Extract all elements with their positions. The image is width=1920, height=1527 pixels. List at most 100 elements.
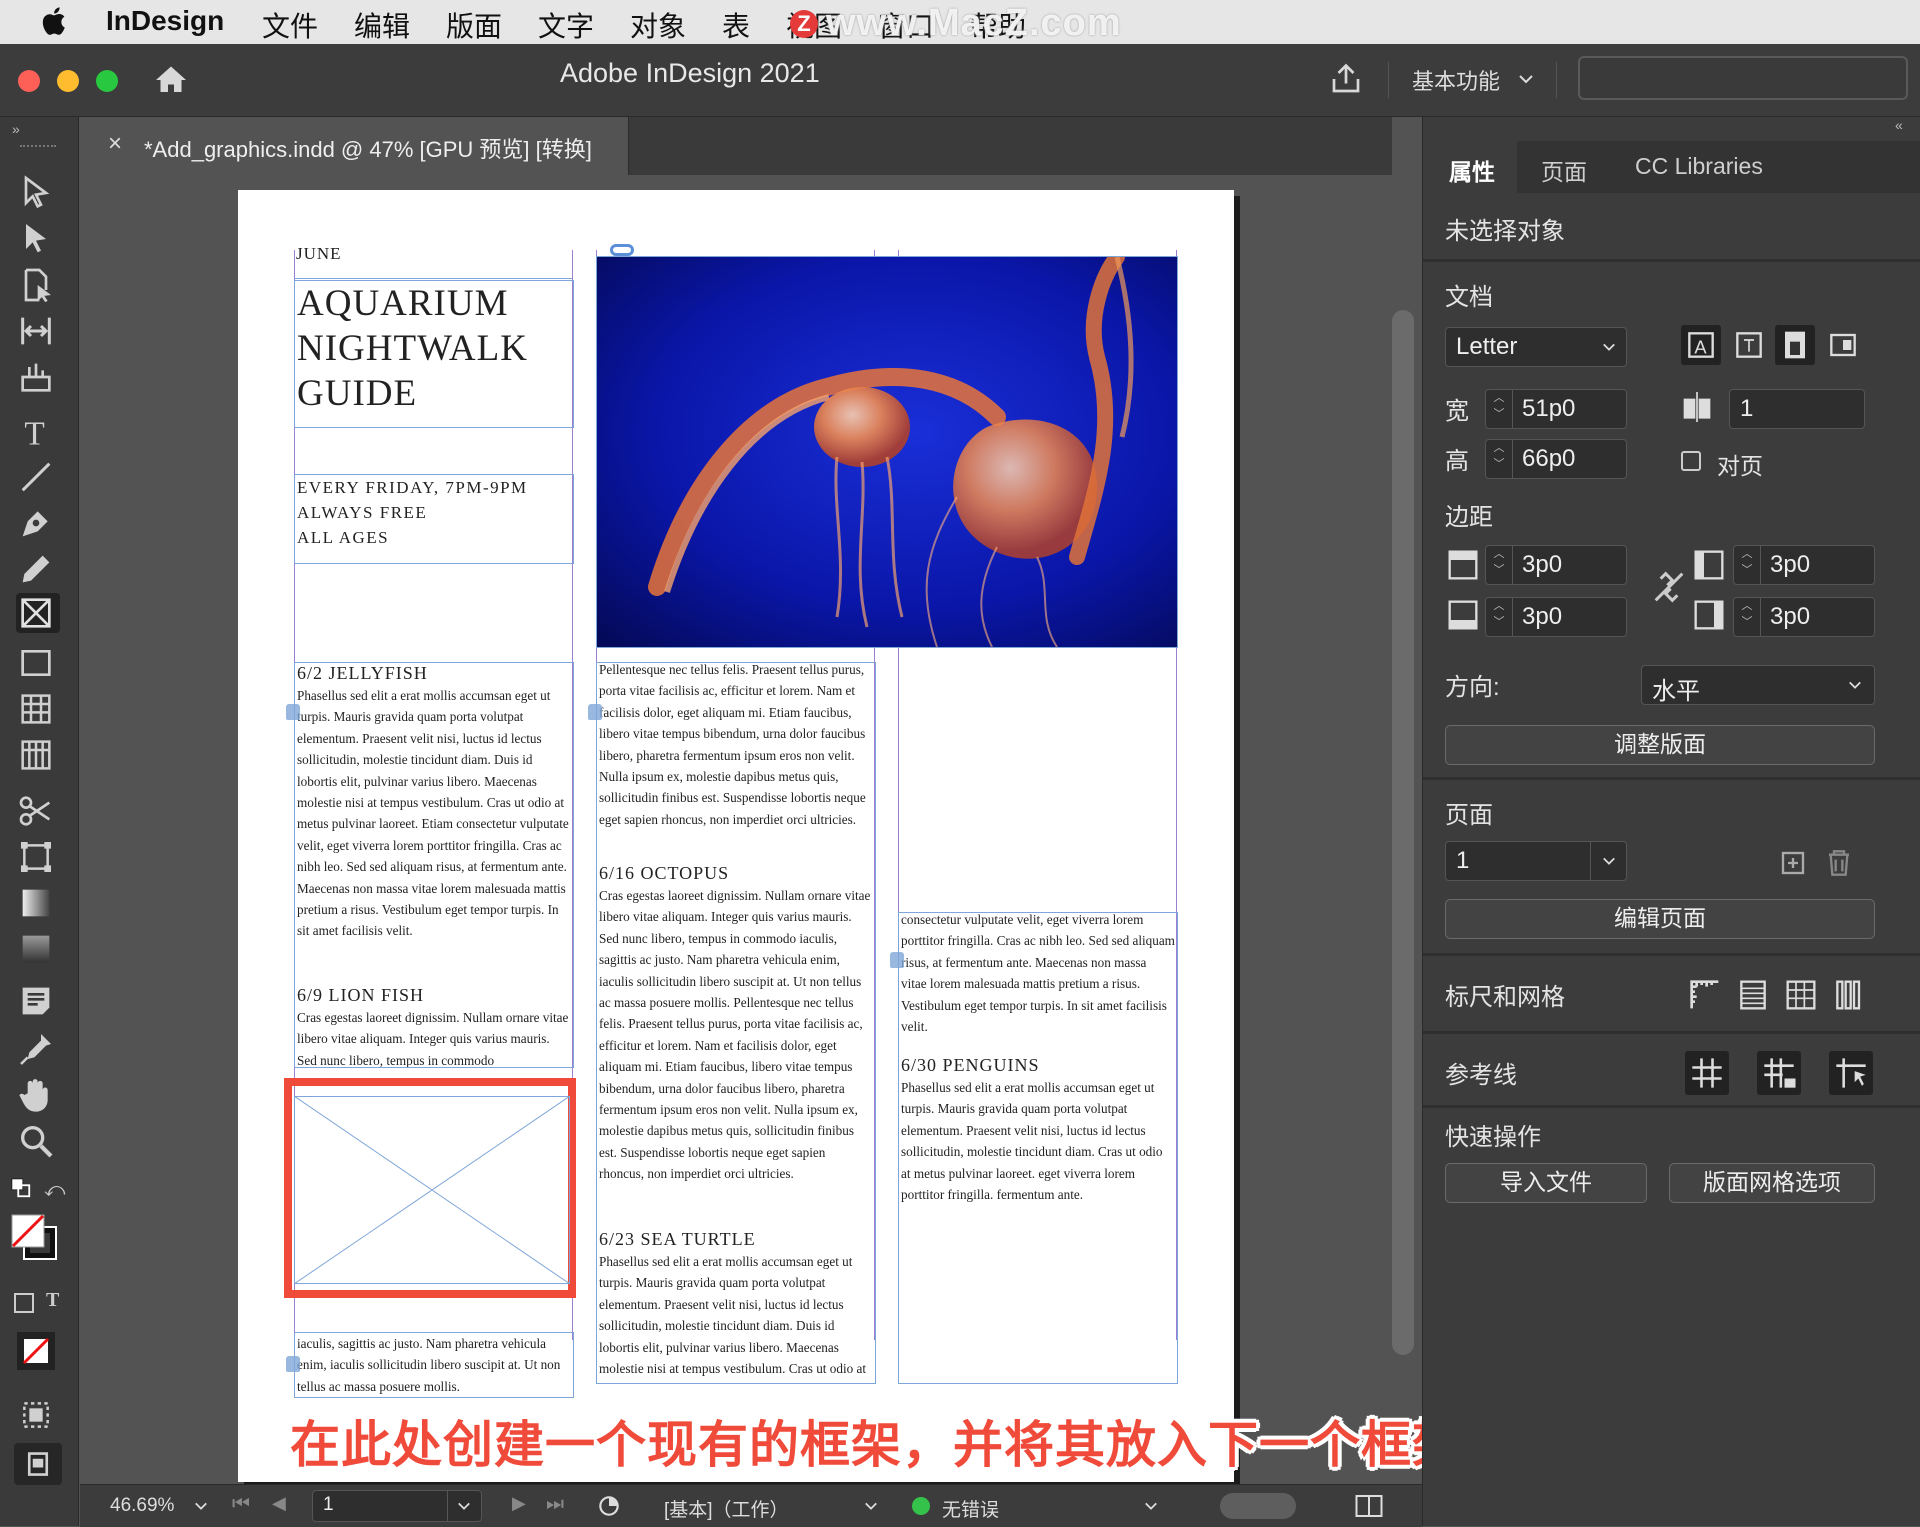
formatting-text-icon[interactable]: T (46, 1289, 59, 1312)
delete-page-icon[interactable] (1819, 843, 1859, 883)
zoom-window-button[interactable] (96, 70, 118, 92)
gradient-swatch-tool-icon[interactable] (16, 883, 60, 923)
close-tab-icon[interactable]: × (108, 130, 122, 158)
lock-guides-icon[interactable] (1757, 1051, 1801, 1095)
tab-cc-libraries[interactable]: CC Libraries (1635, 153, 1763, 180)
rectangle-tool-icon[interactable] (16, 643, 60, 683)
share-icon[interactable] (1328, 60, 1364, 98)
ruler-icon[interactable] (1685, 975, 1725, 1015)
tab-properties[interactable]: 属性 (1449, 153, 1495, 187)
page-number-field[interactable]: 1 (312, 1490, 482, 1522)
gradient-feather-tool-icon[interactable] (16, 929, 60, 969)
adjust-layout-button[interactable]: 调整版面 (1445, 725, 1875, 765)
gap-tool-icon[interactable] (16, 311, 60, 351)
type-tool-icon[interactable]: T (16, 411, 60, 452)
margin-right-field[interactable]: ︿ ﹀ 3p0 (1733, 597, 1875, 637)
menu-type[interactable]: 文字 (538, 5, 594, 45)
close-window-button[interactable] (18, 70, 40, 92)
rectangle-frame-tool-icon[interactable] (16, 593, 60, 633)
jellyfish-photo[interactable] (596, 256, 1178, 648)
previous-page-icon[interactable]: ◀ (272, 1493, 286, 1514)
body-text-frame-col3[interactable]: consectetur vulputate velit, eget viverr… (898, 912, 1178, 1384)
chevron-down-icon[interactable] (194, 1501, 208, 1511)
menu-file[interactable]: 文件 (262, 5, 318, 45)
last-page-icon[interactable]: ⏭ (546, 1493, 564, 1516)
intent-web-icon[interactable] (1729, 325, 1769, 365)
line-tool-icon[interactable] (16, 457, 60, 497)
page-number-dropdown[interactable]: 1 (1445, 841, 1627, 881)
pen-tool-icon[interactable] (16, 503, 60, 543)
empty-graphics-frame[interactable] (294, 1096, 570, 1284)
facing-pages-checkbox[interactable] (1681, 451, 1701, 471)
menu-edit[interactable]: 编辑 (354, 5, 410, 45)
margin-left-field[interactable]: ︿ ﹀ 3p0 (1733, 545, 1875, 585)
first-page-icon[interactable]: ⏮ (232, 1493, 250, 1516)
swap-fill-stroke-icon[interactable]: ⤺ (44, 1179, 65, 1202)
collapse-panel-icon[interactable]: « (1895, 117, 1903, 133)
vertical-scrollbar[interactable] (1392, 310, 1414, 1355)
note-tool-icon[interactable] (16, 981, 60, 1021)
toolbar-grip[interactable] (20, 145, 56, 153)
unlink-margins-icon[interactable] (1649, 567, 1689, 607)
pages-count-field[interactable]: 1 (1729, 389, 1865, 429)
stepper-icon[interactable]: ︿ ﹀ (1486, 546, 1513, 584)
import-file-button[interactable]: 导入文件 (1445, 1163, 1647, 1203)
stepper-icon[interactable]: ︿ ﹀ (1734, 546, 1761, 584)
layout-grid-options-button[interactable]: 版面网格选项 (1669, 1163, 1875, 1203)
baseline-grid-icon[interactable] (1733, 975, 1773, 1015)
zoom-tool-icon[interactable] (16, 1121, 60, 1161)
link-icon[interactable] (610, 244, 634, 256)
eyedropper-tool-icon[interactable] (16, 1029, 60, 1069)
edit-page-button[interactable]: 编辑页面 (1445, 899, 1875, 939)
smart-guides-icon[interactable] (1829, 1051, 1873, 1095)
info-text-frame[interactable]: EVERY FRIDAY, 7PM-9PM ALWAYS FREE ALL AG… (294, 474, 574, 564)
stepper-icon[interactable]: ︿ ﹀ (1734, 598, 1761, 636)
document-page[interactable]: JUNE AQUARIUM NIGHTWALK GUIDE EVERY FRID… (238, 190, 1234, 1482)
next-page-icon[interactable]: ▶ (512, 1493, 526, 1514)
grid-tool-icon[interactable] (16, 735, 60, 775)
split-window-icon[interactable] (1354, 1493, 1384, 1519)
content-collector-tool-icon[interactable] (16, 357, 60, 397)
document-tab[interactable]: × *Add_graphics.indd @ 47% [GPU 预览] [转换] (80, 117, 629, 175)
free-transform-tool-icon[interactable] (16, 837, 60, 877)
minimize-window-button[interactable] (57, 70, 79, 92)
chevron-down-icon[interactable] (864, 1501, 878, 1511)
orientation-landscape-icon[interactable] (1823, 325, 1863, 365)
tab-pages[interactable]: 页面 (1541, 153, 1587, 187)
zoom-level[interactable]: 46.69% (110, 1495, 174, 1517)
formatting-container-icon[interactable] (14, 1293, 34, 1313)
show-guides-icon[interactable] (1685, 1051, 1729, 1095)
menu-table[interactable]: 表 (722, 5, 750, 45)
hand-tool-icon[interactable] (16, 1075, 60, 1115)
menu-object[interactable]: 对象 (630, 5, 686, 45)
intent-mobile-icon[interactable] (1775, 325, 1815, 365)
body-text-frame-col2[interactable]: Pellentesque nec tellus felis. Praesent … (596, 662, 876, 1384)
month-label[interactable]: JUNE (296, 244, 342, 264)
width-field[interactable]: ︿ ﹀ 51p0 (1485, 389, 1627, 429)
scissors-tool-icon[interactable] (16, 791, 60, 831)
menu-app-name[interactable]: InDesign (106, 5, 224, 37)
page-tool-icon[interactable] (16, 265, 60, 305)
document-tab-label[interactable]: *Add_graphics.indd @ 47% [GPU 预览] [转换] (144, 132, 592, 164)
selection-tool-icon[interactable] (16, 173, 60, 213)
view-mode-icon[interactable] (16, 1395, 60, 1435)
color-profile[interactable]: [基本]（工作） (664, 1495, 789, 1522)
fill-stroke-swatch-icon[interactable] (10, 1213, 58, 1261)
body-text-frame-col1-bottom[interactable]: iaculis, sagittis ac justo. Nam pharetra… (294, 1332, 574, 1398)
stepper-icon[interactable]: ︿ ﹀ (1486, 440, 1513, 478)
body-text-frame-col1[interactable]: 6/2 JELLYFISH Phasellus sed elit a erat … (294, 662, 574, 1068)
collapse-panel-icon[interactable]: » (12, 121, 20, 137)
home-icon[interactable] (152, 62, 190, 98)
workspace-switcher[interactable]: 基本功能 (1412, 64, 1500, 96)
direct-selection-tool-icon[interactable] (16, 219, 60, 259)
margin-top-field[interactable]: ︿ ﹀ 3p0 (1485, 545, 1627, 585)
chevron-down-icon[interactable] (1144, 1501, 1158, 1511)
horizontal-scrollbar[interactable] (1220, 1493, 1296, 1519)
search-input[interactable] (1578, 56, 1908, 100)
table-tool-icon[interactable] (16, 689, 60, 729)
page-size-dropdown[interactable]: Letter (1445, 327, 1627, 367)
default-fill-stroke-icon[interactable] (10, 1177, 32, 1199)
document-grid-icon[interactable] (1781, 975, 1821, 1015)
apply-none-icon[interactable] (16, 1331, 56, 1371)
intent-print-icon[interactable]: A (1681, 325, 1721, 365)
